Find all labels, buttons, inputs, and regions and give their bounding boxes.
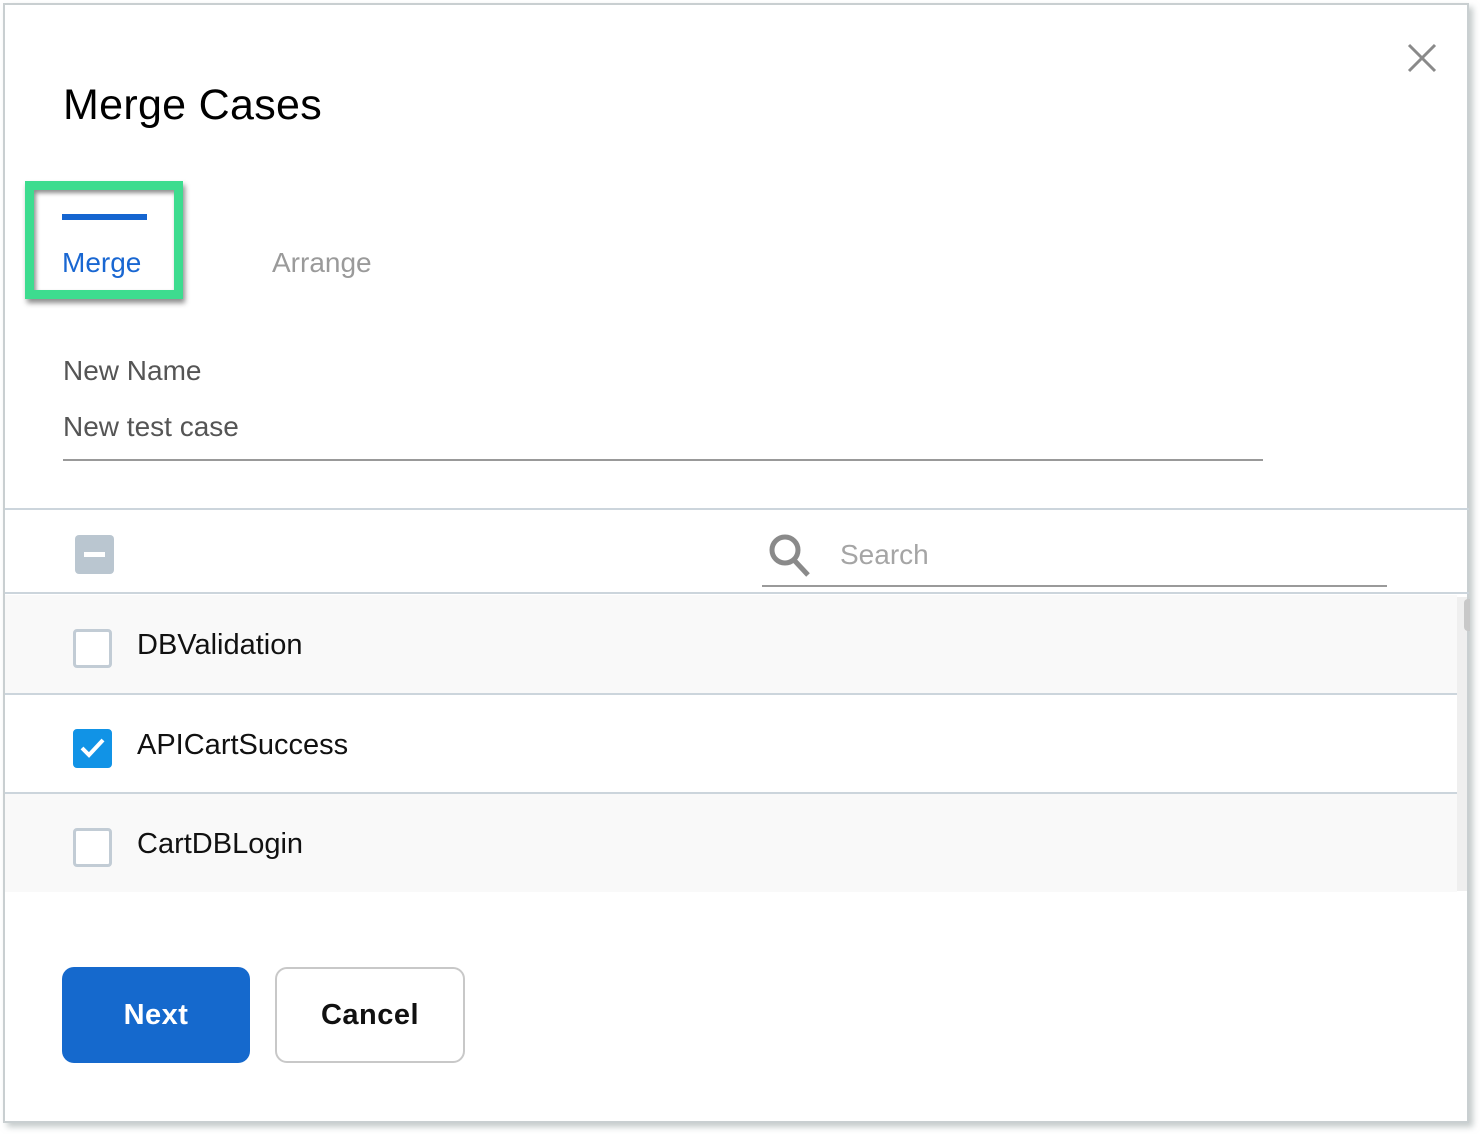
tab-merge[interactable]: Merge: [62, 210, 152, 290]
list-scrollbar-thumb[interactable]: [1464, 599, 1470, 631]
new-name-input[interactable]: [63, 405, 1263, 461]
case-name: DBValidation: [137, 629, 303, 661]
dialog-title: Merge Cases: [63, 81, 323, 129]
case-name: APICartSuccess: [137, 729, 349, 761]
search-input[interactable]: [840, 533, 1370, 577]
next-button[interactable]: Next: [62, 967, 250, 1063]
search-field: [762, 525, 1387, 587]
tab-arrange-label: Arrange: [272, 247, 372, 278]
case-row[interactable]: APICartSuccess: [5, 695, 1457, 793]
merge-cases-dialog: Merge Cases Merge Arrange New Name DBVal…: [3, 3, 1470, 1123]
case-checkbox[interactable]: [73, 629, 112, 668]
case-list: DBValidation APICartSuccess CartDBLogin: [5, 595, 1457, 892]
section-divider: [5, 508, 1469, 510]
tab-merge-label: Merge: [62, 247, 142, 278]
checkmark-icon: [80, 738, 105, 758]
active-tab-indicator: [62, 214, 147, 220]
select-all-checkbox[interactable]: [75, 535, 114, 574]
tab-arrange[interactable]: Arrange: [272, 210, 392, 290]
cancel-button[interactable]: Cancel: [275, 967, 465, 1063]
case-name: CartDBLogin: [137, 828, 304, 860]
new-name-label: New Name: [63, 355, 202, 386]
search-icon: [769, 534, 810, 577]
list-scrollbar-track[interactable]: [1457, 597, 1467, 891]
case-checkbox[interactable]: [73, 729, 112, 768]
case-row[interactable]: DBValidation: [5, 595, 1457, 693]
list-header-divider: [5, 592, 1469, 594]
case-checkbox[interactable]: [73, 828, 112, 867]
close-button[interactable]: [1405, 41, 1439, 75]
close-icon: [1407, 43, 1437, 73]
case-row[interactable]: CartDBLogin: [5, 794, 1457, 892]
